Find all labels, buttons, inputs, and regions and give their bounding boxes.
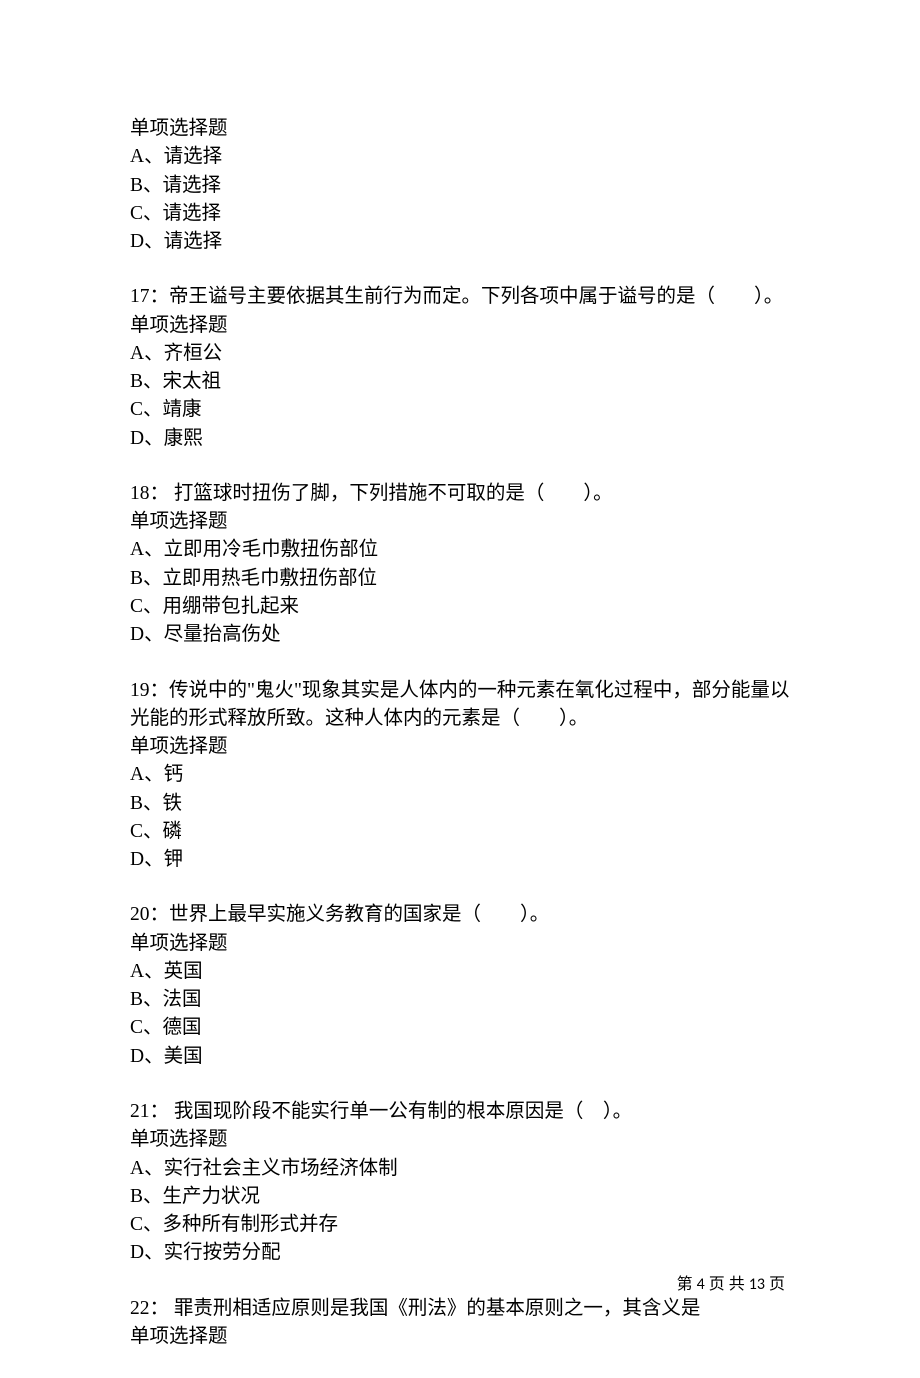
question-stem: 21： 我国现阶段不能实行单一公有制的根本原因是（ ）。	[130, 1098, 805, 1126]
question-type: 单项选择题	[130, 508, 805, 536]
question-block: 18： 打篮球时扭伤了脚，下列措施不可取的是（ ）。单项选择题A、立即用冷毛巾敷…	[130, 480, 805, 650]
question-type: 单项选择题	[130, 1323, 805, 1351]
question-type: 单项选择题	[130, 115, 805, 143]
question-option: C、靖康	[130, 396, 805, 424]
footer-prefix: 第	[677, 1276, 697, 1293]
question-stem: 19：传说中的"鬼火"现象其实是人体内的一种元素在氧化过程中，部分能量以光能的形…	[130, 677, 805, 734]
question-option: C、多种所有制形式并存	[130, 1211, 805, 1239]
question-option: B、法国	[130, 986, 805, 1014]
question-option: C、用绷带包扎起来	[130, 593, 805, 621]
question-stem: 18： 打篮球时扭伤了脚，下列措施不可取的是（ ）。	[130, 480, 805, 508]
question-option: C、德国	[130, 1014, 805, 1042]
question-block: 21： 我国现阶段不能实行单一公有制的根本原因是（ ）。单项选择题A、实行社会主…	[130, 1098, 805, 1268]
question-option: D、实行按劳分配	[130, 1239, 805, 1267]
question-option: A、钙	[130, 761, 805, 789]
question-option: B、铁	[130, 790, 805, 818]
question-block: 22： 罪责刑相适应原则是我国《刑法》的基本原则之一，其含义是单项选择题	[130, 1295, 805, 1352]
question-option: B、立即用热毛巾敷扭伤部位	[130, 565, 805, 593]
question-type: 单项选择题	[130, 1126, 805, 1154]
page-footer: 第 4 页 共 13 页	[677, 1273, 785, 1296]
question-option: B、宋太祖	[130, 368, 805, 396]
question-option: D、美国	[130, 1043, 805, 1071]
question-block: 17：帝王谥号主要依据其生前行为而定。下列各项中属于谥号的是（ ）。单项选择题A…	[130, 283, 805, 453]
question-option: D、请选择	[130, 228, 805, 256]
footer-total-pages: 13	[749, 1275, 765, 1294]
question-option: B、生产力状况	[130, 1183, 805, 1211]
question-type: 单项选择题	[130, 733, 805, 761]
footer-suffix: 页	[765, 1276, 785, 1293]
question-option: C、磷	[130, 818, 805, 846]
question-option: C、请选择	[130, 200, 805, 228]
question-type: 单项选择题	[130, 312, 805, 340]
question-option: A、请选择	[130, 143, 805, 171]
question-option: D、尽量抬高伤处	[130, 621, 805, 649]
question-option: A、英国	[130, 958, 805, 986]
question-option: A、立即用冷毛巾敷扭伤部位	[130, 536, 805, 564]
question-stem: 22： 罪责刑相适应原则是我国《刑法》的基本原则之一，其含义是	[130, 1295, 805, 1323]
question-stem: 20：世界上最早实施义务教育的国家是（ ）。	[130, 901, 805, 929]
question-option: D、钾	[130, 846, 805, 874]
question-type: 单项选择题	[130, 930, 805, 958]
question-option: D、康熙	[130, 425, 805, 453]
question-block: 单项选择题A、请选择B、请选择C、请选择D、请选择	[130, 115, 805, 256]
question-option: B、请选择	[130, 172, 805, 200]
footer-current-page: 4	[697, 1275, 705, 1294]
question-block: 20：世界上最早实施义务教育的国家是（ ）。单项选择题A、英国B、法国C、德国D…	[130, 901, 805, 1071]
question-stem: 17：帝王谥号主要依据其生前行为而定。下列各项中属于谥号的是（ ）。	[130, 283, 805, 311]
footer-middle: 页 共	[705, 1276, 749, 1293]
question-option: A、齐桓公	[130, 340, 805, 368]
question-option: A、实行社会主义市场经济体制	[130, 1155, 805, 1183]
question-block: 19：传说中的"鬼火"现象其实是人体内的一种元素在氧化过程中，部分能量以光能的形…	[130, 677, 805, 875]
